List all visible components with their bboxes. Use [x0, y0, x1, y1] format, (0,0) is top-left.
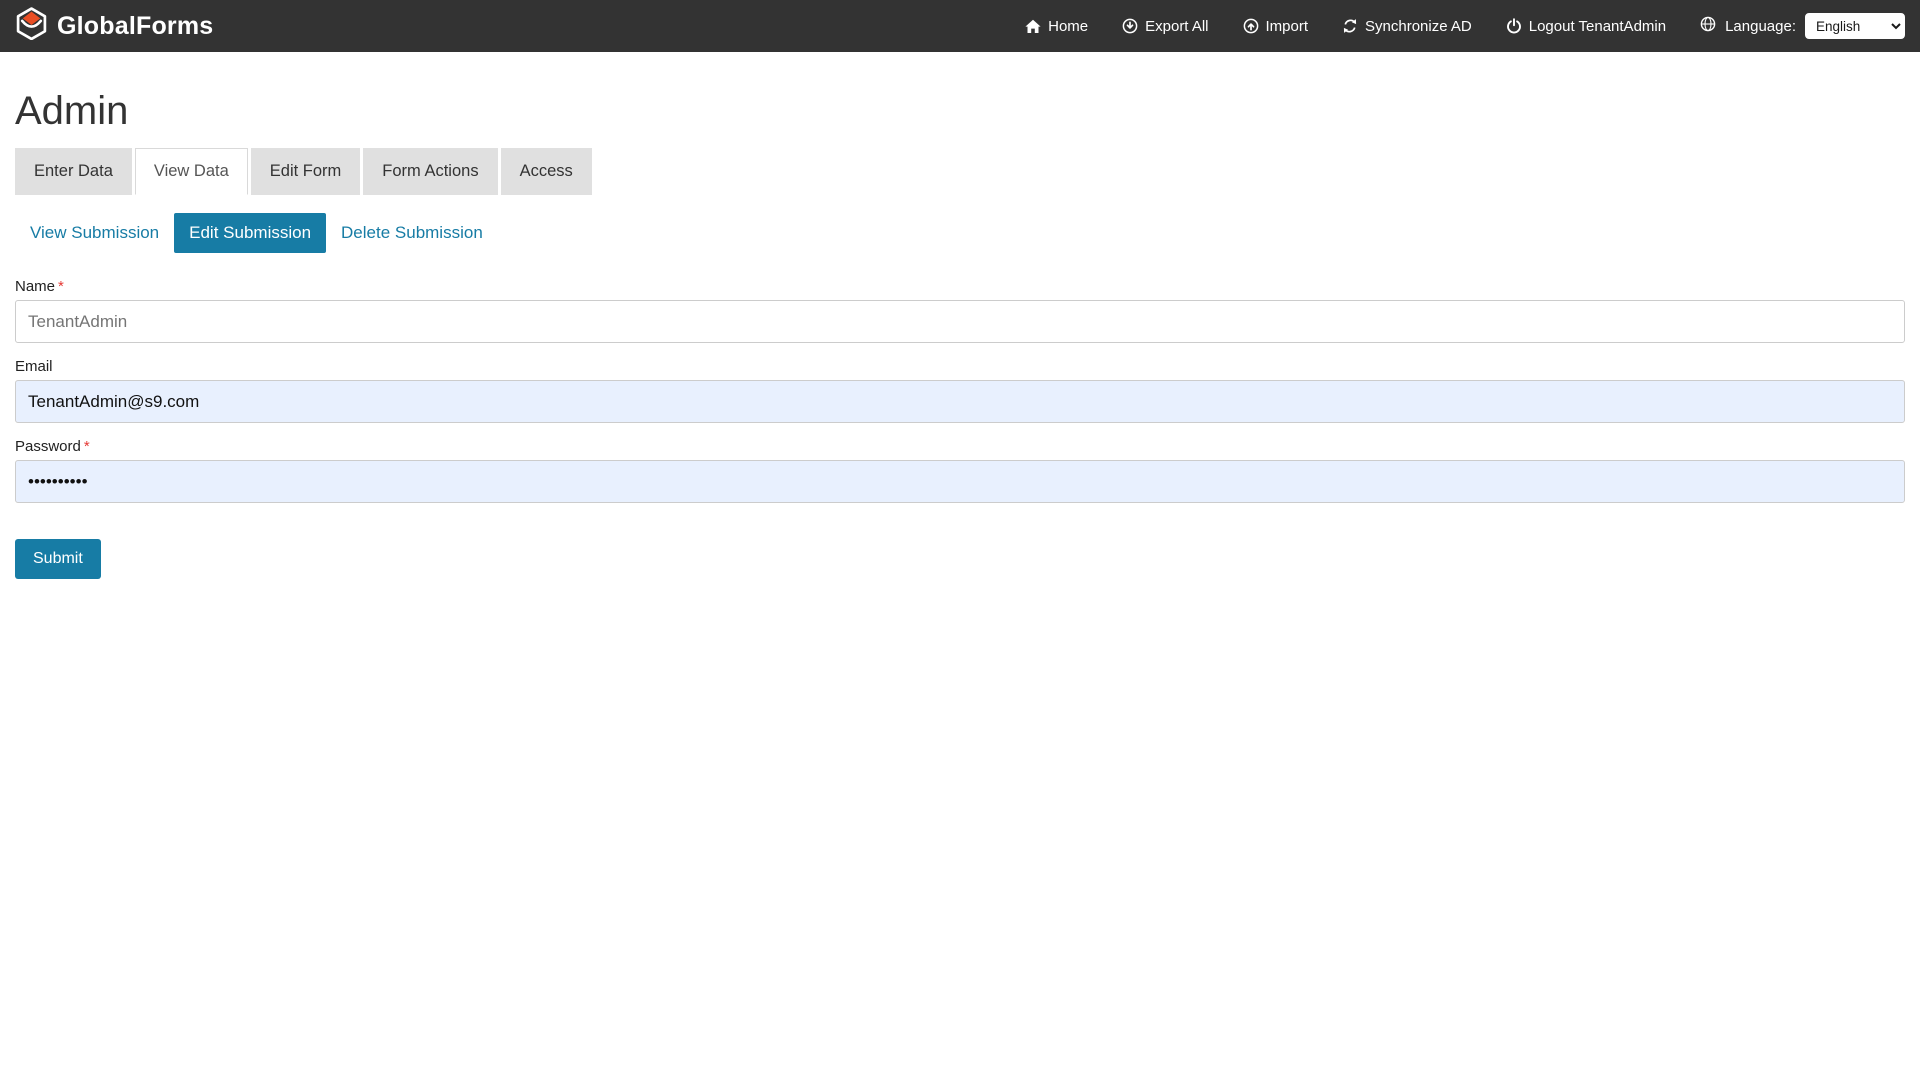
form-tabs: Enter Data View Data Edit Form Form Acti… — [15, 148, 1905, 195]
nav-logout[interactable]: Logout TenantAdmin — [1506, 18, 1666, 35]
email-label: Email — [15, 358, 1905, 375]
page-title: Admin — [15, 91, 1905, 131]
password-field-group: Password* — [15, 438, 1905, 503]
brand-link[interactable]: GlobalForms — [15, 7, 213, 45]
language-select[interactable]: English — [1805, 13, 1905, 39]
top-navbar: GlobalForms Home Export All — [0, 0, 1920, 52]
import-icon — [1243, 18, 1259, 34]
main-content: Admin Enter Data View Data Edit Form For… — [0, 91, 1920, 579]
email-input[interactable] — [15, 380, 1905, 423]
required-asterisk: * — [84, 438, 90, 455]
nav-import[interactable]: Import — [1243, 18, 1309, 35]
synchronize-icon — [1342, 18, 1358, 34]
home-icon — [1025, 19, 1041, 34]
submit-button[interactable]: Submit — [15, 539, 101, 579]
language-label: Language: — [1725, 18, 1796, 35]
tab-edit-form[interactable]: Edit Form — [251, 148, 361, 195]
tab-enter-data[interactable]: Enter Data — [15, 148, 132, 195]
brand-title: GlobalForms — [57, 12, 213, 41]
pill-edit-submission[interactable]: Edit Submission — [174, 213, 326, 253]
tab-view-data[interactable]: View Data — [135, 148, 248, 195]
submission-pills: View Submission Edit Submission Delete S… — [15, 213, 1905, 253]
password-label: Password* — [15, 438, 1905, 455]
pill-delete-submission[interactable]: Delete Submission — [326, 213, 498, 253]
tab-access[interactable]: Access — [501, 148, 592, 195]
password-input[interactable] — [15, 460, 1905, 503]
name-label: Name* — [15, 278, 1905, 295]
nav-synchronize-ad[interactable]: Synchronize AD — [1342, 18, 1472, 35]
required-asterisk: * — [58, 278, 64, 295]
navbar-menu: Home Export All Import — [991, 13, 1905, 39]
logout-power-icon — [1506, 18, 1522, 34]
nav-export-all[interactable]: Export All — [1122, 18, 1208, 35]
name-input[interactable] — [15, 300, 1905, 343]
pill-view-submission[interactable]: View Submission — [15, 213, 174, 253]
nav-home[interactable]: Home — [1025, 18, 1088, 35]
email-field-group: Email — [15, 358, 1905, 423]
export-all-icon — [1122, 18, 1138, 34]
language-control: Language: English — [1700, 13, 1905, 39]
globe-icon — [1700, 16, 1716, 36]
tab-form-actions[interactable]: Form Actions — [363, 148, 497, 195]
name-field-group: Name* — [15, 278, 1905, 343]
globalforms-logo-icon — [15, 7, 48, 45]
edit-submission-form: Name* Email Password* Submit — [15, 278, 1905, 579]
